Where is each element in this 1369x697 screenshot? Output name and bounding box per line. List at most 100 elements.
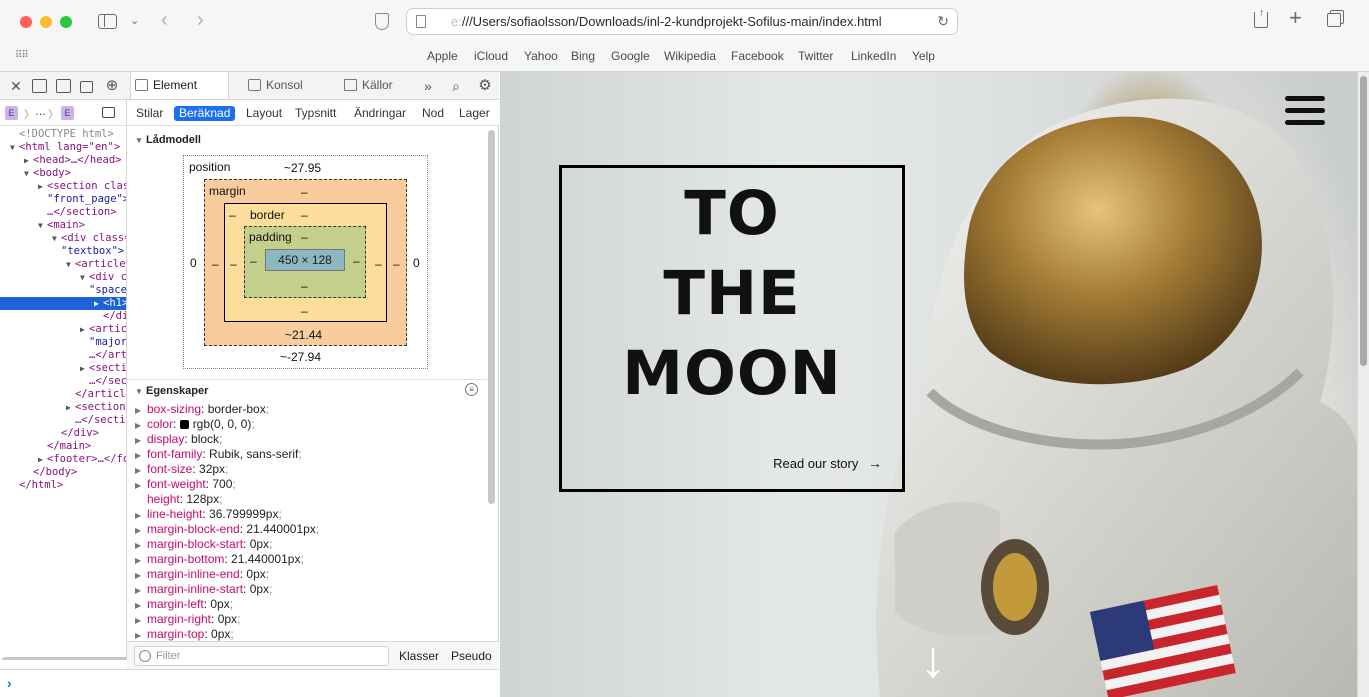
hamburger-menu-icon[interactable] [1285, 96, 1325, 132]
dom-node[interactable]: …</article> [0, 349, 126, 362]
dom-node[interactable]: ▶ <head>…</head> [0, 154, 126, 167]
dom-node[interactable]: <!DOCTYPE html> [0, 128, 126, 141]
element-picker-icon[interactable]: ⊕ [104, 78, 120, 94]
disclosure-down-icon[interactable]: ▼ [80, 271, 89, 284]
computed-property[interactable]: ▶ font-weight: 700; [135, 477, 236, 492]
computed-property[interactable]: ▶ display: block; [135, 432, 222, 447]
dock-bottom-icon[interactable] [32, 79, 47, 93]
dom-node[interactable]: </main> [0, 440, 126, 453]
dom-node[interactable]: </div> [0, 427, 126, 440]
expand-arrow-icon[interactable]: ▶ [135, 553, 147, 568]
expand-arrow-icon[interactable]: ▶ [135, 463, 147, 478]
computed-property[interactable]: ▶ margin-right: 0px; [135, 612, 240, 627]
disclosure-right-icon[interactable]: ▶ [80, 362, 89, 375]
bookmark-google[interactable]: Google [611, 49, 650, 63]
settings-gear-icon[interactable]: ⚙ [477, 78, 493, 94]
reload-icon[interactable]: ↻ [937, 9, 949, 34]
dom-node[interactable]: "space_ [0, 284, 126, 297]
disclosure-down-icon[interactable]: ▼ [66, 258, 75, 271]
bookmark-linkedin[interactable]: LinkedIn [851, 49, 896, 63]
dom-node[interactable]: "front_page"> [0, 193, 126, 206]
disclosure-down-icon[interactable]: ▼ [52, 232, 61, 245]
expand-arrow-icon[interactable]: ▶ [135, 478, 147, 493]
bookmark-yelp[interactable]: Yelp [912, 49, 935, 63]
grid-icon[interactable]: ⠿⠿ [15, 50, 29, 61]
expand-arrow-icon[interactable]: ▶ [135, 403, 147, 418]
subtab-6[interactable]: Lager [454, 106, 495, 121]
computed-property[interactable]: ▶ line-height: 36.799999px; [135, 507, 282, 522]
boxmodel-header[interactable]: ▼ Lådmodell [135, 134, 201, 146]
expand-arrow-icon[interactable]: ▶ [135, 508, 147, 523]
computed-property[interactable]: ▶ margin-block-start: 0px; [135, 537, 272, 552]
subtab-0[interactable]: Stilar [131, 106, 168, 121]
computed-property[interactable]: ▶ margin-block-end: 21.440001px; [135, 522, 319, 537]
dom-node[interactable]: …</section> [0, 375, 126, 388]
breadcrumb-ellipsis[interactable]: … [35, 106, 46, 118]
subtab-5[interactable]: Nod [417, 106, 449, 121]
disclosure-right-icon[interactable]: ▶ [66, 401, 75, 414]
filter-input[interactable]: Filter [134, 646, 389, 666]
tab-kallor[interactable]: Källor [340, 72, 410, 99]
dom-node[interactable]: ▶<footer>…</footer> [0, 453, 126, 466]
computed-property[interactable]: ▶ margin-top: 0px; [135, 627, 234, 642]
scroll-down-arrow-icon[interactable]: ↓ [920, 630, 946, 690]
bookmark-facebook[interactable]: Facebook [731, 49, 784, 63]
dom-node[interactable]: ▼ <main> [0, 219, 126, 232]
dom-node[interactable]: ▶<section> [0, 401, 126, 414]
dom-node[interactable]: ▶<section class= [0, 180, 126, 193]
disclosure-right-icon[interactable]: ▶ [38, 180, 47, 193]
expand-arrow-icon[interactable]: ▶ [135, 598, 147, 613]
dom-node[interactable]: ▼ <html lang="en"> [0, 141, 126, 154]
disclosure-right-icon[interactable]: ▶ [94, 297, 103, 310]
color-swatch[interactable] [179, 420, 189, 429]
computed-property[interactable]: ▶ margin-inline-start: 0px; [135, 582, 272, 597]
disclosure-down-icon[interactable]: ▼ [10, 141, 19, 154]
dom-node[interactable]: …</section> [0, 414, 126, 427]
zoom-window-button[interactable] [60, 16, 72, 28]
dom-node[interactable]: </html> [0, 479, 126, 492]
dom-node[interactable]: ▼<div class= [0, 232, 126, 245]
computed-property[interactable]: ▶ font-size: 32px; [135, 462, 228, 477]
new-tab-icon[interactable]: + [1289, 7, 1302, 29]
expand-arrow-icon[interactable]: ▶ [135, 433, 147, 448]
bookmark-icloud[interactable]: iCloud [474, 49, 508, 63]
dom-node[interactable]: ▶<article class= [0, 323, 126, 336]
layers-toggle-icon[interactable] [102, 107, 115, 118]
expand-arrow-icon[interactable]: ▶ [135, 523, 147, 538]
disclosure-down-icon[interactable]: ▼ [38, 219, 47, 232]
tab-element[interactable]: Element [130, 72, 229, 99]
classes-button[interactable]: Klasser [399, 649, 439, 663]
computed-property[interactable]: ▶ margin-left: 0px; [135, 597, 233, 612]
bookmark-yahoo[interactable]: Yahoo [524, 49, 558, 63]
bookmark-twitter[interactable]: Twitter [798, 49, 833, 63]
horizontal-scrollbar[interactable] [2, 657, 126, 660]
address-bar[interactable]: e:///Users/sofiaolsson/Downloads/inl-2-k… [406, 8, 958, 35]
expand-arrow-icon[interactable]: ▶ [135, 538, 147, 553]
bookmark-wikipedia[interactable]: Wikipedia [664, 49, 716, 63]
filter-options-icon[interactable]: ≡ [465, 383, 478, 396]
subtab-4[interactable]: Ändringar [349, 106, 411, 121]
dom-node[interactable]: ▼ <body> [0, 167, 126, 180]
bookmark-apple[interactable]: Apple [427, 49, 458, 63]
subtab-2[interactable]: Layout [241, 106, 287, 121]
computed-property[interactable]: ▶ box-sizing: border-box; [135, 402, 269, 417]
disclosure-right-icon[interactable]: ▶ [38, 453, 47, 466]
dom-node[interactable]: …</section> [0, 206, 126, 219]
search-icon[interactable]: ⌕ [448, 78, 464, 94]
dom-node[interactable]: "major_ [0, 336, 126, 349]
detach-window-icon[interactable] [80, 81, 93, 93]
console-input[interactable]: › [0, 669, 499, 697]
subtab-1[interactable]: Beräknad [174, 106, 236, 121]
tab-overview-icon[interactable] [1327, 13, 1341, 27]
expand-arrow-icon[interactable]: ▶ [135, 583, 147, 598]
dock-right-icon[interactable] [56, 79, 71, 93]
forward-button[interactable]: › [197, 10, 204, 30]
panel-scrollbar[interactable] [488, 130, 495, 504]
computed-property[interactable]: ▶ margin-bottom: 21.440001px; [135, 552, 304, 567]
dom-node[interactable]: ▼<div class= [0, 271, 126, 284]
sidebar-icon[interactable] [98, 14, 117, 29]
dom-node[interactable]: ▶<section> [0, 362, 126, 375]
computed-property[interactable]: height: 128px; [135, 492, 222, 507]
dom-node[interactable]: </div> [0, 310, 126, 323]
dom-node[interactable]: </article> [0, 388, 126, 401]
